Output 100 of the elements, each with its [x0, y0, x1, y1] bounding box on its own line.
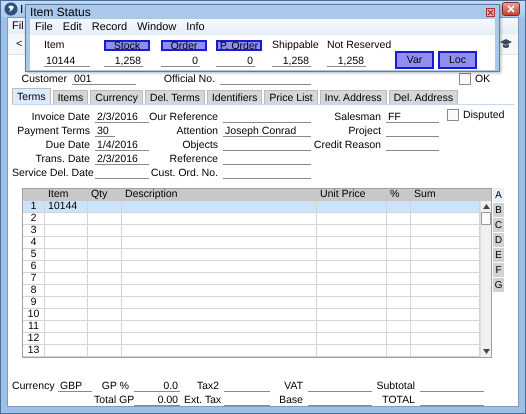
column-header: Item: [47, 189, 70, 201]
field-label: Payment Terms: [16, 125, 91, 137]
value-field[interactable]: 0: [161, 55, 200, 67]
side-tab[interactable]: C: [493, 218, 504, 232]
close-icon: [507, 5, 515, 13]
side-tab[interactable]: A: [493, 188, 504, 202]
window-title: Item Status: [30, 5, 91, 19]
field-label: Cust. Ord. No.: [150, 167, 219, 179]
input-field[interactable]: GBP: [58, 380, 92, 392]
table-row[interactable]: 9: [23, 297, 480, 309]
column-header: %: [389, 189, 400, 201]
column-button[interactable]: Stock: [104, 40, 150, 50]
checkbox-label: Disputed: [463, 109, 504, 121]
column-button[interactable]: Order: [161, 40, 207, 50]
menu-item[interactable]: Info: [186, 21, 205, 33]
close-button[interactable]: [486, 8, 495, 16]
menu-item[interactable]: Fil: [12, 20, 24, 32]
close-button[interactable]: [502, 2, 520, 16]
side-tab[interactable]: F: [493, 263, 504, 277]
table-row[interactable]: 7: [23, 273, 480, 285]
field-label: TOTAL: [381, 394, 416, 406]
column-button[interactable]: P. Order: [216, 40, 262, 50]
value-field[interactable]: 10144: [44, 55, 90, 67]
table-row[interactable]: 1 10144: [23, 201, 480, 213]
field-label: Subtotal: [376, 380, 416, 392]
input-field[interactable]: 2/3/2016: [95, 111, 149, 123]
value-field[interactable]: 1,258: [327, 55, 366, 67]
input-field[interactable]: 1/4/2016: [95, 139, 149, 151]
tab[interactable]: Currency: [90, 90, 143, 104]
action-button[interactable]: Var: [395, 51, 434, 69]
close-icon: [487, 8, 494, 16]
field-label: Base: [278, 394, 304, 406]
field-label: Our Reference: [149, 111, 219, 123]
tab[interactable]: Items: [52, 90, 88, 104]
graduation-cap-icon[interactable]: [500, 39, 512, 49]
back-button[interactable]: <: [14, 38, 24, 50]
scroll-up-icon[interactable]: [482, 204, 490, 209]
column-header: Sum: [413, 189, 437, 201]
menu-item[interactable]: Edit: [62, 21, 82, 33]
field-label: Invoice Date: [30, 111, 91, 123]
checkbox[interactable]: [459, 73, 471, 85]
input-field[interactable]: 001: [72, 73, 136, 85]
scrollbar[interactable]: [480, 201, 491, 357]
menu-item[interactable]: Record: [92, 21, 128, 33]
table-row[interactable]: 12: [23, 333, 480, 345]
table-cell: [45, 345, 88, 357]
field-label: Customer: [20, 73, 68, 85]
input-field[interactable]: FF: [386, 111, 439, 123]
field-label: Ext. Tax: [184, 394, 222, 406]
column-label: Item: [44, 39, 66, 51]
field-label: Official No.: [162, 73, 216, 85]
field-label: Total GP: [94, 394, 134, 406]
field-label: Attention: [176, 125, 219, 137]
side-tab[interactable]: B: [493, 203, 504, 217]
value-field[interactable]: 1,258: [104, 55, 143, 67]
tab[interactable]: Inv. Address: [320, 90, 387, 104]
field-label: Salesman: [333, 111, 382, 123]
field-label: Trans. Date: [34, 153, 91, 165]
menu-item[interactable]: Window: [137, 21, 176, 33]
input-field[interactable]: 2/3/2016: [95, 153, 149, 165]
side-tab[interactable]: E: [493, 248, 504, 262]
tab[interactable]: Del. Terms: [144, 90, 205, 104]
field-label: Reference: [168, 153, 219, 165]
checkbox-label: OK: [475, 73, 490, 85]
table-row[interactable]: 11: [23, 321, 480, 333]
field-label: Currency: [12, 380, 56, 392]
value-field[interactable]: 0: [216, 55, 255, 67]
value-field[interactable]: 1,258: [272, 55, 311, 67]
menu-item[interactable]: File: [35, 21, 53, 33]
table-row[interactable]: 8: [23, 285, 480, 297]
column-label: Shippable: [272, 39, 320, 51]
tab[interactable]: Terms: [12, 88, 51, 104]
tab[interactable]: Del. Address: [388, 90, 458, 104]
side-tab[interactable]: D: [493, 233, 504, 247]
table-row[interactable]: 5: [23, 249, 480, 261]
field-label: Project: [347, 125, 382, 137]
checkbox[interactable]: [447, 109, 459, 121]
field-label: Due Date: [44, 139, 91, 151]
input-field[interactable]: 30: [95, 125, 115, 137]
scroll-down-icon[interactable]: [482, 349, 490, 354]
table-row[interactable]: 10: [23, 309, 480, 321]
action-button[interactable]: Loc: [438, 51, 477, 69]
field-label: Service Del. Date: [12, 167, 95, 179]
input-field[interactable]: Joseph Conrad: [223, 125, 311, 137]
input-field[interactable]: 0.0: [134, 380, 180, 392]
column-header: Unit Price: [319, 189, 367, 201]
scroll-thumb[interactable]: [481, 212, 491, 225]
side-tab[interactable]: G: [493, 278, 504, 292]
table-row[interactable]: 2: [23, 213, 480, 225]
table-cell: [317, 345, 387, 357]
field-label: Credit Reason: [312, 139, 382, 151]
input-field[interactable]: 0.00: [134, 394, 180, 406]
table-row[interactable]: 3: [23, 225, 480, 237]
field-label: GP %: [100, 380, 130, 392]
tab[interactable]: Price List: [264, 90, 318, 104]
tab[interactable]: Identifiers: [206, 90, 262, 104]
table-row[interactable]: 4: [23, 237, 480, 249]
row-number: 13: [23, 345, 45, 357]
table-row[interactable]: 6: [23, 261, 480, 273]
table-row[interactable]: 13: [23, 345, 480, 357]
